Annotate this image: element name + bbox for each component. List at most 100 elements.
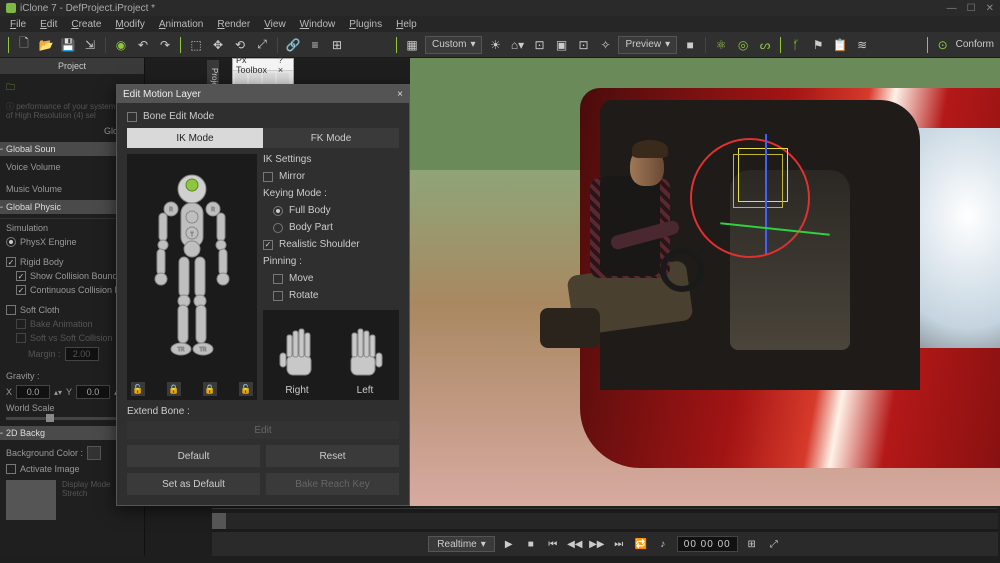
export-icon[interactable]: ⇲ xyxy=(81,36,99,54)
pin-rotate-checkbox[interactable] xyxy=(273,291,283,301)
bg-image-thumb[interactable] xyxy=(6,480,56,520)
playback-bar: Realtime▾ ▶ ■ ⏮ ◀◀ ▶▶ ⏭ 🔁 ♪ 00 00 00 ⊞ ⤢ xyxy=(212,532,998,556)
menu-bar: File Edit Create Modify Animation Render… xyxy=(0,16,1000,32)
minimize-button[interactable]: — xyxy=(947,3,957,14)
first-frame-button[interactable]: ⏮ xyxy=(545,536,561,552)
link-icon[interactable]: 🔗 xyxy=(284,36,302,54)
frame-icon[interactable]: ▣ xyxy=(552,36,570,54)
right-hand[interactable]: Right xyxy=(263,310,331,400)
select-icon[interactable]: ⬚ xyxy=(187,36,205,54)
constraint-icon[interactable]: ᔕ xyxy=(756,36,774,54)
folder-icon[interactable]: 🗀 xyxy=(6,80,15,96)
open-icon[interactable]: 📂 xyxy=(37,36,55,54)
stop-button[interactable]: ■ xyxy=(523,536,539,552)
timeline-expand-icon[interactable]: ⤢ xyxy=(766,536,782,552)
audio-button[interactable]: ♪ xyxy=(655,536,671,552)
physics-icon[interactable]: ⚛ xyxy=(712,36,730,54)
prev-frame-button[interactable]: ◀◀ xyxy=(567,536,583,552)
maximize-button[interactable]: ☐ xyxy=(967,3,976,14)
loop-button[interactable]: 🔁 xyxy=(633,536,649,552)
menu-create[interactable]: Create xyxy=(65,19,107,30)
menu-help[interactable]: Help xyxy=(390,19,423,30)
lock-rhand-icon[interactable]: 🔓 xyxy=(239,382,253,396)
default-button[interactable]: Default xyxy=(127,445,260,467)
set-default-button[interactable]: Set as Default xyxy=(127,473,260,495)
next-frame-button[interactable]: ▶▶ xyxy=(589,536,605,552)
close-button[interactable]: ✕ xyxy=(986,3,994,14)
lock-lfoot-icon[interactable]: 🔒 xyxy=(167,382,181,396)
gravity-y-input[interactable] xyxy=(76,385,110,399)
rotate-icon[interactable]: ⟲ xyxy=(231,36,249,54)
menu-animation[interactable]: Animation xyxy=(153,19,209,30)
body-figure[interactable]: T R R xyxy=(127,154,257,400)
new-icon[interactable]: 🗋 xyxy=(15,36,33,54)
soft-cloth-checkbox[interactable] xyxy=(6,305,16,315)
reset-button[interactable]: Reset xyxy=(266,445,399,467)
ik-mode-tab[interactable]: IK Mode xyxy=(127,128,263,148)
clipboard-icon[interactable]: 📋 xyxy=(831,36,849,54)
lock-lhand-icon[interactable]: 🔓 xyxy=(131,382,145,396)
last-frame-button[interactable]: ⏭ xyxy=(611,536,627,552)
conform-button[interactable]: ⊙ Conform xyxy=(925,36,994,54)
flag-icon[interactable]: ⚑ xyxy=(809,36,827,54)
focus-icon[interactable]: ⊡ xyxy=(530,36,548,54)
collision-icon[interactable]: ◎ xyxy=(734,36,752,54)
motion-icon[interactable]: ᚶ xyxy=(787,36,805,54)
menu-edit[interactable]: Edit xyxy=(34,19,63,30)
menu-modify[interactable]: Modify xyxy=(109,19,150,30)
time-display[interactable]: 00 00 00 xyxy=(677,536,738,552)
3d-viewport[interactable] xyxy=(410,58,1000,506)
save-icon[interactable]: 💾 xyxy=(59,36,77,54)
px-toolbox-help[interactable]: ? xyxy=(278,55,283,65)
timeline-options-icon[interactable]: ⊞ xyxy=(744,536,760,552)
physx-radio[interactable] xyxy=(6,237,16,247)
app-icon xyxy=(6,3,16,13)
scale-icon[interactable]: ⤢ xyxy=(253,36,271,54)
play-button[interactable]: ▶ xyxy=(501,536,517,552)
gravity-x-input[interactable] xyxy=(16,385,50,399)
home-icon[interactable]: ⌂▾ xyxy=(508,36,526,54)
move-icon[interactable]: ✥ xyxy=(209,36,227,54)
show-collision-checkbox[interactable]: ✓ xyxy=(16,271,26,281)
bg-color-swatch[interactable] xyxy=(87,446,101,460)
camera-box-icon[interactable]: ⊡ xyxy=(574,36,592,54)
body-part-radio[interactable] xyxy=(273,223,283,233)
preview-select[interactable]: Preview▾ xyxy=(618,36,677,54)
continuous-collision-checkbox[interactable]: ✓ xyxy=(16,285,26,295)
mirror-checkbox[interactable] xyxy=(263,172,273,182)
menu-render[interactable]: Render xyxy=(211,19,256,30)
align-icon[interactable]: ≡ xyxy=(306,36,324,54)
svg-text:TR: TR xyxy=(200,347,207,353)
rigid-body-checkbox[interactable]: ✓ xyxy=(6,257,16,267)
play-icon[interactable]: ◉ xyxy=(112,36,130,54)
timeline-clip[interactable] xyxy=(212,513,226,529)
fk-mode-tab[interactable]: FK Mode xyxy=(263,128,399,148)
camera-icon[interactable]: ✧ xyxy=(596,36,614,54)
record-icon[interactable]: ■ xyxy=(681,36,699,54)
light-icon[interactable]: ☀ xyxy=(486,36,504,54)
viewport-icon[interactable]: ▦ xyxy=(403,36,421,54)
timeline-track[interactable] xyxy=(212,513,998,529)
sidebar-title: Project xyxy=(0,58,144,74)
svg-text:R: R xyxy=(211,207,215,213)
bone-edit-checkbox[interactable] xyxy=(127,112,137,122)
extend-bone-label: Extend Bone : xyxy=(127,406,399,417)
left-hand[interactable]: Left xyxy=(331,310,399,400)
activate-image-checkbox[interactable] xyxy=(6,464,16,474)
full-body-radio[interactable] xyxy=(273,206,283,216)
undo-icon[interactable]: ↶ xyxy=(134,36,152,54)
snap-icon[interactable]: ⊞ xyxy=(328,36,346,54)
app-title: iClone 7 - DefProject.iProject * xyxy=(20,3,155,14)
menu-plugins[interactable]: Plugins xyxy=(343,19,388,30)
redo-icon[interactable]: ↷ xyxy=(156,36,174,54)
menu-file[interactable]: File xyxy=(4,19,32,30)
layers-icon[interactable]: ≋ xyxy=(853,36,871,54)
lock-rfoot-icon[interactable]: 🔒 xyxy=(203,382,217,396)
menu-window[interactable]: Window xyxy=(294,19,342,30)
realistic-shoulder-checkbox[interactable]: ✓ xyxy=(263,240,273,250)
dialog-close-button[interactable]: × xyxy=(397,89,403,100)
render-mode-select[interactable]: Custom▾ xyxy=(425,36,482,54)
pin-move-checkbox[interactable] xyxy=(273,274,283,284)
menu-view[interactable]: View xyxy=(258,19,292,30)
playback-mode-select[interactable]: Realtime▾ xyxy=(428,536,495,552)
